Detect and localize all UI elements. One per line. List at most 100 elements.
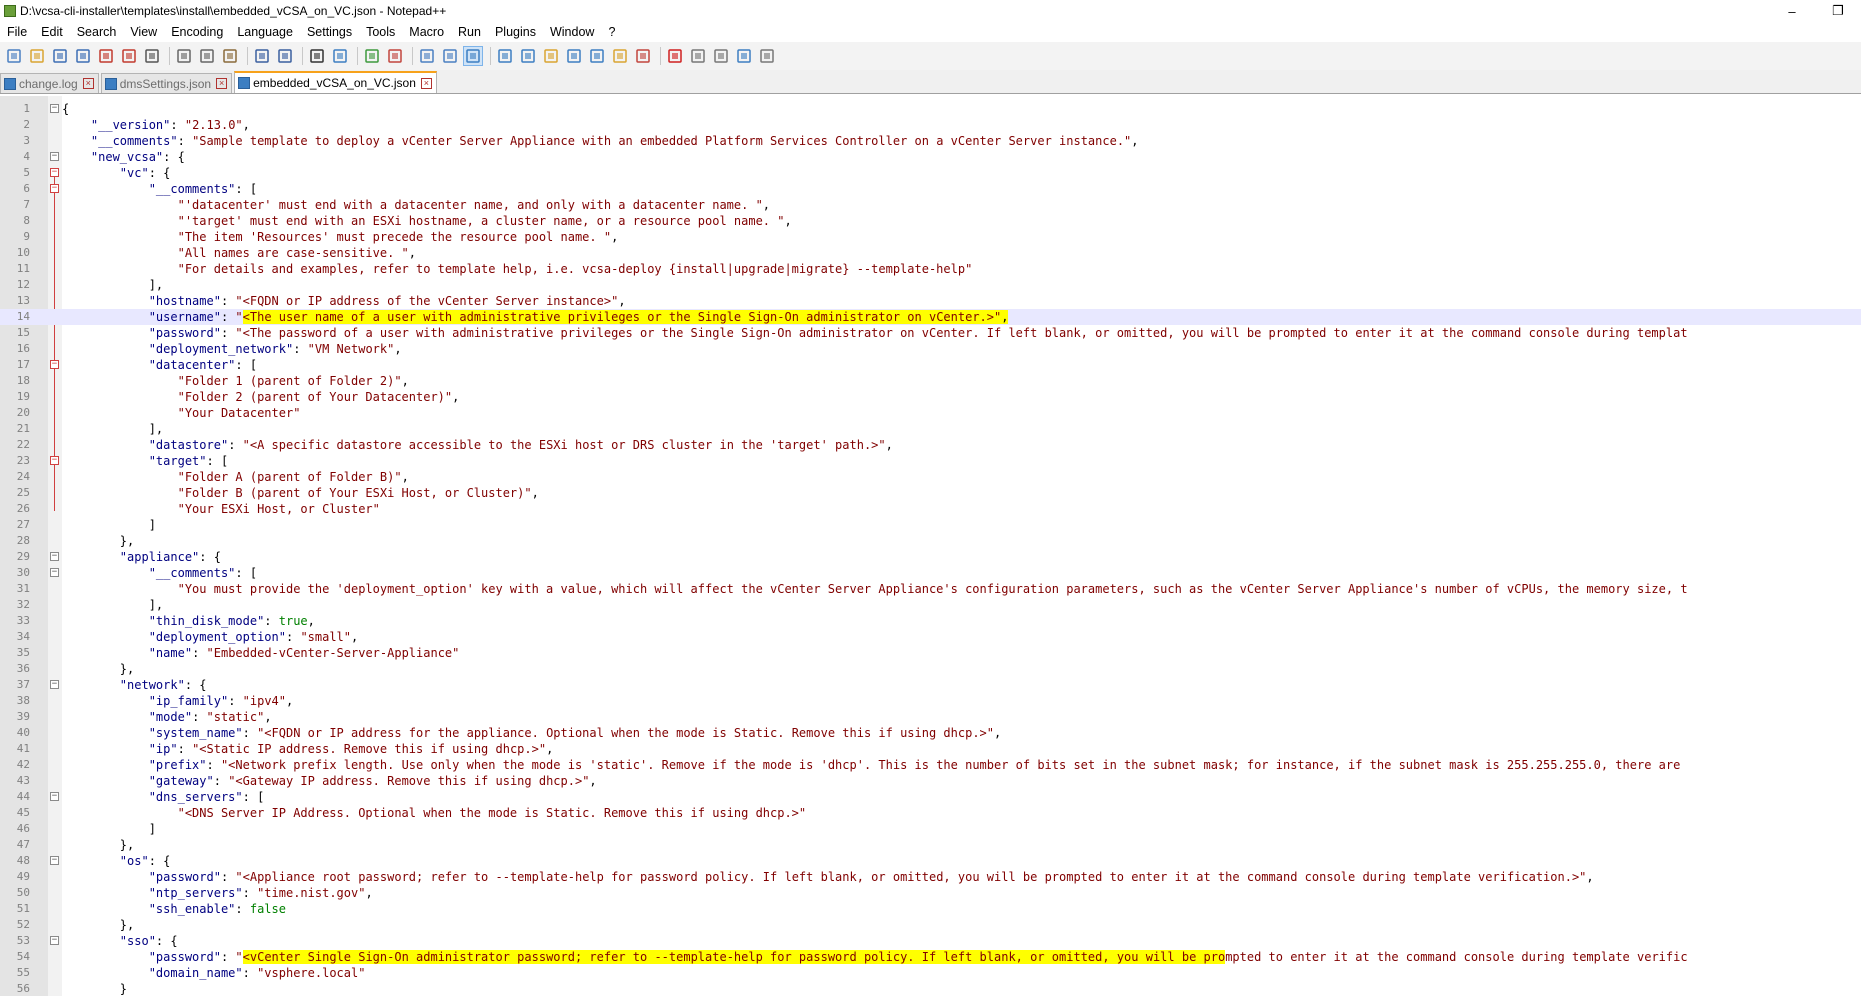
run-macro-multiple-button[interactable] — [734, 46, 754, 66]
code-line[interactable]: 16 "deployment_network": "VM Network", — [0, 341, 1861, 357]
redo-button[interactable] — [275, 46, 295, 66]
code-line[interactable]: 29 − "appliance": { — [0, 549, 1861, 565]
tab-embedded-vcsa-on-vc-json[interactable]: embedded_vCSA_on_VC.json × — [234, 71, 437, 93]
fold-toggle-icon[interactable]: − — [50, 552, 59, 561]
code-line[interactable]: 21 ], — [0, 421, 1861, 437]
code-line[interactable]: 22 "datastore": "<A specific datastore a… — [0, 437, 1861, 453]
code-line[interactable]: 40 "system_name": "<FQDN or IP address f… — [0, 725, 1861, 741]
code-line[interactable]: 43 "gateway": "<Gateway IP address. Remo… — [0, 773, 1861, 789]
code-line[interactable]: 15 "password": "<The password of a user … — [0, 325, 1861, 341]
undo-button[interactable] — [252, 46, 272, 66]
code-line[interactable]: 10 "All names are case-sensitive. ", — [0, 245, 1861, 261]
tab-dmssettings-json[interactable]: dmsSettings.json × — [100, 73, 233, 93]
word-wrap-button[interactable] — [463, 46, 483, 66]
code-line[interactable]: 56 } — [0, 981, 1861, 996]
code-line[interactable]: 44 − "dns_servers": [ — [0, 789, 1861, 805]
menu-window[interactable]: Window — [543, 22, 601, 42]
fold-toggle-icon[interactable]: − — [50, 168, 59, 177]
code-line[interactable]: 50 "ntp_servers": "time.nist.gov", — [0, 885, 1861, 901]
code-line[interactable]: 54 "password": "<vCenter Single Sign-On … — [0, 949, 1861, 965]
fold-toggle-icon[interactable]: − — [50, 360, 59, 369]
code-line[interactable]: 19 "Folder 2 (parent of Your Datacenter)… — [0, 389, 1861, 405]
replace-button[interactable] — [330, 46, 350, 66]
code-line[interactable]: 51 "ssh_enable": false — [0, 901, 1861, 917]
fold-toggle-icon[interactable]: − — [50, 456, 59, 465]
menu-encoding[interactable]: Encoding — [164, 22, 230, 42]
menu-language[interactable]: Language — [230, 22, 300, 42]
close-tab-icon[interactable]: × — [216, 78, 228, 89]
code-line[interactable]: 24 "Folder A (parent of Folder B)", — [0, 469, 1861, 485]
function-list-button[interactable] — [587, 46, 607, 66]
code-line[interactable]: 48 − "os": { — [0, 853, 1861, 869]
print-button[interactable] — [142, 46, 162, 66]
code-line[interactable]: 13 "hostname": "<FQDN or IP address of t… — [0, 293, 1861, 309]
save-macro-button[interactable] — [757, 46, 777, 66]
menu-edit[interactable]: Edit — [34, 22, 70, 42]
menu-macro[interactable]: Macro — [402, 22, 451, 42]
code-line[interactable]: 5 − "vc": { — [0, 165, 1861, 181]
fold-toggle-icon[interactable]: − — [50, 680, 59, 689]
fold-toggle-icon[interactable]: − — [50, 104, 59, 113]
code-line[interactable]: 41 "ip": "<Static IP address. Remove thi… — [0, 741, 1861, 757]
menu-run[interactable]: Run — [451, 22, 488, 42]
code-line[interactable]: 25 "Folder B (parent of Your ESXi Host, … — [0, 485, 1861, 501]
code-line[interactable]: 32 ], — [0, 597, 1861, 613]
code-line[interactable]: 8 "'target' must end with an ESXi hostna… — [0, 213, 1861, 229]
menu-view[interactable]: View — [123, 22, 164, 42]
code-line[interactable]: 53 − "sso": { — [0, 933, 1861, 949]
close-all-button[interactable] — [119, 46, 139, 66]
save-button[interactable] — [50, 46, 70, 66]
paste-button[interactable] — [220, 46, 240, 66]
code-line[interactable]: 34 "deployment_option": "small", — [0, 629, 1861, 645]
close-tab-icon[interactable]: × — [82, 78, 94, 89]
find-button[interactable] — [307, 46, 327, 66]
menu-help[interactable]: ? — [601, 22, 622, 42]
open-file-button[interactable] — [27, 46, 47, 66]
code-line[interactable]: 14 "username": "<The user name of a user… — [0, 309, 1861, 325]
code-line[interactable]: 38 "ip_family": "ipv4", — [0, 693, 1861, 709]
record-macro-button[interactable] — [665, 46, 685, 66]
code-line[interactable]: 30 − "__comments": [ — [0, 565, 1861, 581]
code-line[interactable]: 27 ] — [0, 517, 1861, 533]
code-line[interactable]: 42 "prefix": "<Network prefix length. Us… — [0, 757, 1861, 773]
menu-search[interactable]: Search — [70, 22, 124, 42]
code-line[interactable]: 45 "<DNS Server IP Address. Optional whe… — [0, 805, 1861, 821]
code-line[interactable]: 46 ] — [0, 821, 1861, 837]
code-line[interactable]: 35 "name": "Embedded-vCenter-Server-Appl… — [0, 645, 1861, 661]
stop-macro-button[interactable] — [688, 46, 708, 66]
minimize-button[interactable]: – — [1769, 0, 1815, 22]
sync-horizontal-button[interactable] — [440, 46, 460, 66]
code-line[interactable]: 37 − "network": { — [0, 677, 1861, 693]
code-line[interactable]: 17 − "datacenter": [ — [0, 357, 1861, 373]
code-line[interactable]: 3 "__comments": "Sample template to depl… — [0, 133, 1861, 149]
code-line[interactable]: 18 "Folder 1 (parent of Folder 2)", — [0, 373, 1861, 389]
code-line[interactable]: 31 "You must provide the 'deployment_opt… — [0, 581, 1861, 597]
fold-toggle-icon[interactable]: − — [50, 184, 59, 193]
play-macro-button[interactable] — [711, 46, 731, 66]
show-all-chars-button[interactable] — [495, 46, 515, 66]
doc-map-button[interactable] — [564, 46, 584, 66]
code-line[interactable]: 11 "For details and examples, refer to t… — [0, 261, 1861, 277]
code-line[interactable]: 9 "The item 'Resources' must precede the… — [0, 229, 1861, 245]
sync-vertical-button[interactable] — [417, 46, 437, 66]
menu-settings[interactable]: Settings — [300, 22, 359, 42]
code-line[interactable]: 49 "password": "<Appliance root password… — [0, 869, 1861, 885]
code-editor[interactable]: 1−{2 "__version": "2.13.0", 3 "__comments… — [0, 96, 1861, 996]
cut-button[interactable] — [174, 46, 194, 66]
zoom-out-button[interactable] — [385, 46, 405, 66]
close-button[interactable] — [96, 46, 116, 66]
code-line[interactable]: 33 "thin_disk_mode": true, — [0, 613, 1861, 629]
fold-toggle-icon[interactable]: − — [50, 792, 59, 801]
zoom-in-button[interactable] — [362, 46, 382, 66]
fold-toggle-icon[interactable]: − — [50, 152, 59, 161]
code-line[interactable]: 55 "domain_name": "vsphere.local" — [0, 965, 1861, 981]
code-line[interactable]: 2 "__version": "2.13.0", — [0, 117, 1861, 133]
fold-toggle-icon[interactable]: − — [50, 568, 59, 577]
code-line[interactable]: 23 − "target": [ — [0, 453, 1861, 469]
restore-button[interactable]: ❐ — [1815, 0, 1861, 22]
code-line[interactable]: 12 ], — [0, 277, 1861, 293]
copy-button[interactable] — [197, 46, 217, 66]
code-line[interactable]: 47 }, — [0, 837, 1861, 853]
code-line[interactable]: 36 }, — [0, 661, 1861, 677]
code-line[interactable]: 28 }, — [0, 533, 1861, 549]
